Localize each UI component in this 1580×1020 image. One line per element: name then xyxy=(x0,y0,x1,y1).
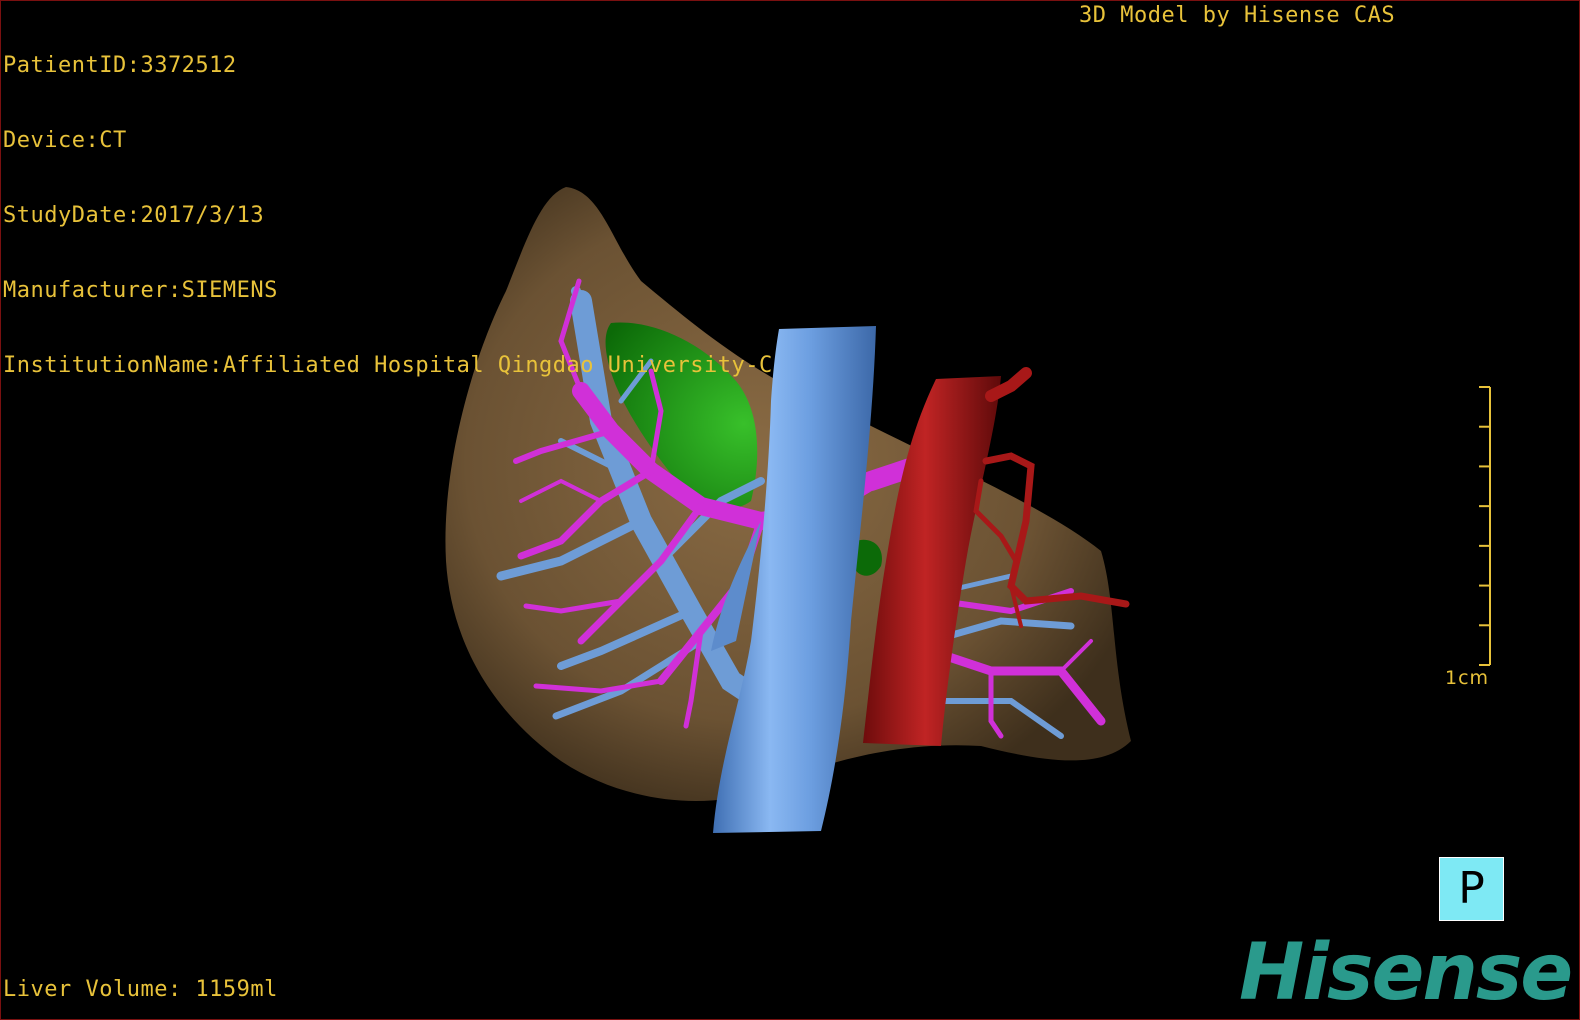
scale-bar xyxy=(1479,386,1491,666)
study-date: StudyDate:2017/3/13 xyxy=(3,203,265,228)
manufacturer: Manufacturer:SIEMENS xyxy=(3,278,278,303)
orientation-marker[interactable]: P xyxy=(1439,857,1504,921)
institution-name: InstitutionName:Affiliated Hospital Qing… xyxy=(3,353,773,378)
patient-id: PatientID:3372512 xyxy=(3,53,237,78)
patient-info: PatientID:3372512 Device:CT StudyDate:20… xyxy=(3,3,773,428)
hisense-logo: Hisense xyxy=(1239,928,1573,1018)
device: Device:CT xyxy=(3,128,127,153)
model-credit: 3D Model by Hisense CAS xyxy=(1079,3,1396,28)
scale-label: 1cm xyxy=(1445,667,1490,689)
3d-viewport[interactable]: PatientID:3372512 Device:CT StudyDate:20… xyxy=(0,0,1580,1020)
liver-volume: Liver Volume: 1159ml xyxy=(3,977,278,1002)
